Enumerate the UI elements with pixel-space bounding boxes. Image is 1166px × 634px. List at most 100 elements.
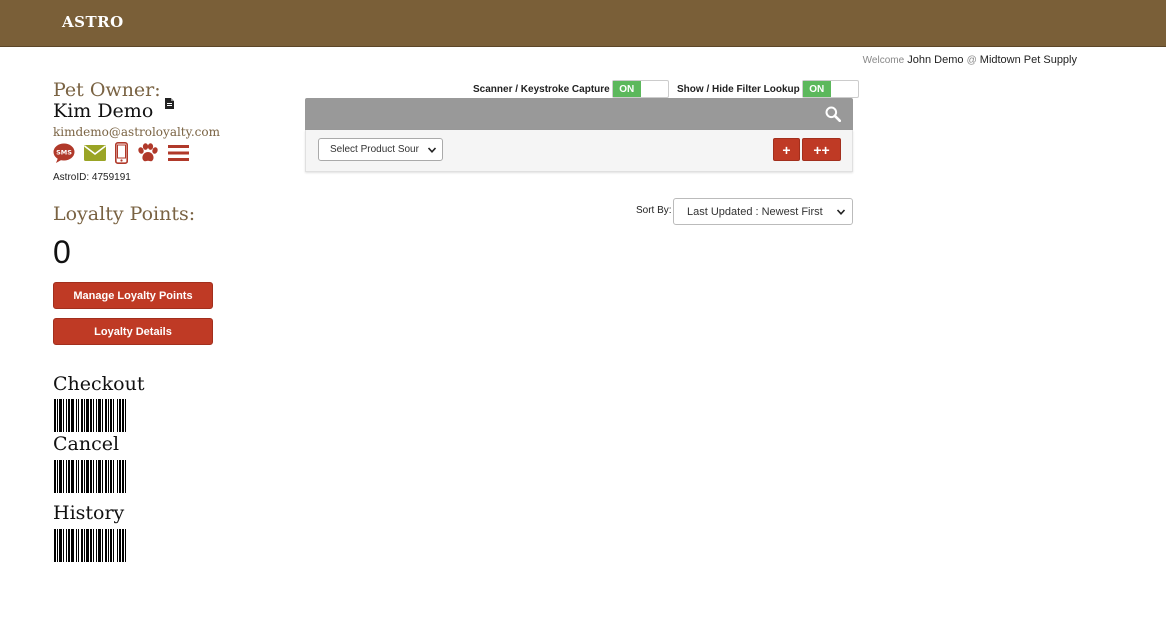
barcode-bar [90, 529, 92, 562]
welcome-text: Welcome John Demo @ Midtown Pet Supply [863, 54, 1077, 66]
filter-panel: Select Product Sour + ++ [305, 130, 853, 172]
barcode-bar [93, 529, 94, 562]
welcome-store: Midtown Pet Supply [979, 54, 1077, 66]
pet-owner-label: Pet Owner: [53, 79, 161, 101]
barcode-bar [54, 460, 56, 493]
barcode-bar [63, 460, 64, 493]
barcode-bar [59, 399, 62, 432]
barcode-bar [90, 460, 92, 493]
barcode-bar [102, 460, 103, 493]
cancel-barcode[interactable] [53, 460, 181, 493]
barcode-bar [122, 529, 124, 562]
barcode-bar [105, 460, 107, 493]
barcode-bar [63, 529, 64, 562]
filter-toggle[interactable]: ON [801, 80, 859, 98]
filter-toggle-state: ON [802, 81, 831, 97]
barcode-bar [66, 460, 67, 493]
manage-loyalty-points-button[interactable]: Manage Loyalty Points [53, 282, 213, 309]
barcode-bar [98, 399, 101, 432]
barcode-bar [108, 529, 109, 562]
barcode-bar [57, 399, 58, 432]
barcode-bar [113, 460, 114, 493]
barcode-bar [84, 529, 85, 562]
barcode-bar [81, 460, 83, 493]
checkout-barcode[interactable] [53, 399, 181, 432]
barcode-bar [110, 529, 112, 562]
barcode-bar [105, 529, 107, 562]
scanner-toggle[interactable]: ON [611, 80, 669, 98]
scanner-toggle-row: Scanner / Keystroke Capture ON [473, 80, 669, 98]
filter-toggle-label: Show / Hide Filter Lookup [677, 83, 800, 95]
contact-icons: SMS [53, 142, 189, 164]
welcome-user: John Demo [907, 54, 964, 66]
barcode-bar [125, 460, 126, 493]
barcode-bar [96, 529, 97, 562]
barcode-bar [110, 399, 112, 432]
product-source-value: Select Product Sour [330, 144, 419, 155]
barcode-bar [117, 460, 118, 493]
barcode-bar [54, 529, 56, 562]
mobile-phone-icon[interactable] [115, 142, 128, 164]
barcode-bar [86, 529, 89, 562]
barcode-bar [117, 529, 118, 562]
sort-by-select[interactable]: Last Updated : Newest First [673, 198, 853, 225]
barcode-bar [54, 399, 56, 432]
history-barcode[interactable] [53, 529, 181, 562]
paw-icon[interactable] [137, 143, 159, 163]
sms-icon[interactable]: SMS [53, 143, 75, 163]
product-source-select[interactable]: Select Product Sour [318, 138, 443, 161]
chevron-down-icon [427, 147, 437, 153]
pet-owner-name: Kim Demo [53, 100, 154, 122]
barcode-bar [78, 529, 79, 562]
welcome-prefix: Welcome [862, 55, 905, 66]
barcode-bar [68, 399, 70, 432]
barcode-bar [119, 460, 121, 493]
barcode-bar [84, 460, 85, 493]
scanner-toggle-label: Scanner / Keystroke Capture [473, 83, 610, 95]
filter-toggle-row: Show / Hide Filter Lookup ON [677, 80, 859, 98]
barcode-bar [90, 399, 92, 432]
cancel-label: Cancel [53, 433, 120, 455]
search-icon[interactable] [825, 106, 841, 122]
barcode-bar [110, 460, 112, 493]
add-item-button[interactable]: + [773, 138, 800, 161]
barcode-bar [71, 399, 74, 432]
barcode-bar [78, 460, 79, 493]
barcode-bar [86, 460, 89, 493]
barcode-bar [76, 460, 77, 493]
barcode-bar [84, 399, 85, 432]
menu-icon[interactable] [168, 144, 189, 162]
document-icon[interactable] [165, 98, 174, 109]
barcode-bar [93, 399, 94, 432]
barcode-bar [113, 399, 114, 432]
barcode-bar [59, 529, 62, 562]
barcode-bar [98, 529, 101, 562]
add-multiple-items-button[interactable]: ++ [802, 138, 841, 161]
barcode-bar [59, 460, 62, 493]
barcode-bar [57, 460, 58, 493]
barcode-bar [98, 460, 101, 493]
welcome-at: @ [966, 55, 977, 66]
barcode-bar [122, 399, 124, 432]
pet-owner-email[interactable]: kimdemo@astroloyalty.com [53, 125, 220, 139]
astro-logo[interactable]: ASTRO [62, 13, 124, 31]
barcode-bar [93, 460, 94, 493]
barcode-bar [76, 529, 77, 562]
barcode-bar [122, 460, 124, 493]
barcode-bar [113, 529, 114, 562]
barcode-bar [68, 529, 70, 562]
barcode-bar [81, 529, 83, 562]
astro-id: AstroID: 4759191 [53, 172, 131, 183]
loyalty-details-button[interactable]: Loyalty Details [53, 318, 213, 345]
scanner-toggle-state: ON [612, 81, 641, 97]
top-bar: ASTRO [0, 0, 1166, 47]
barcode-bar [63, 399, 64, 432]
barcode-bar [96, 460, 97, 493]
svg-text:SMS: SMS [56, 149, 72, 157]
barcode-bar [78, 399, 79, 432]
barcode-bar [71, 529, 74, 562]
barcode-bar [86, 399, 89, 432]
envelope-icon[interactable] [84, 145, 106, 161]
search-bar[interactable] [305, 98, 853, 130]
history-label: History [53, 502, 125, 524]
